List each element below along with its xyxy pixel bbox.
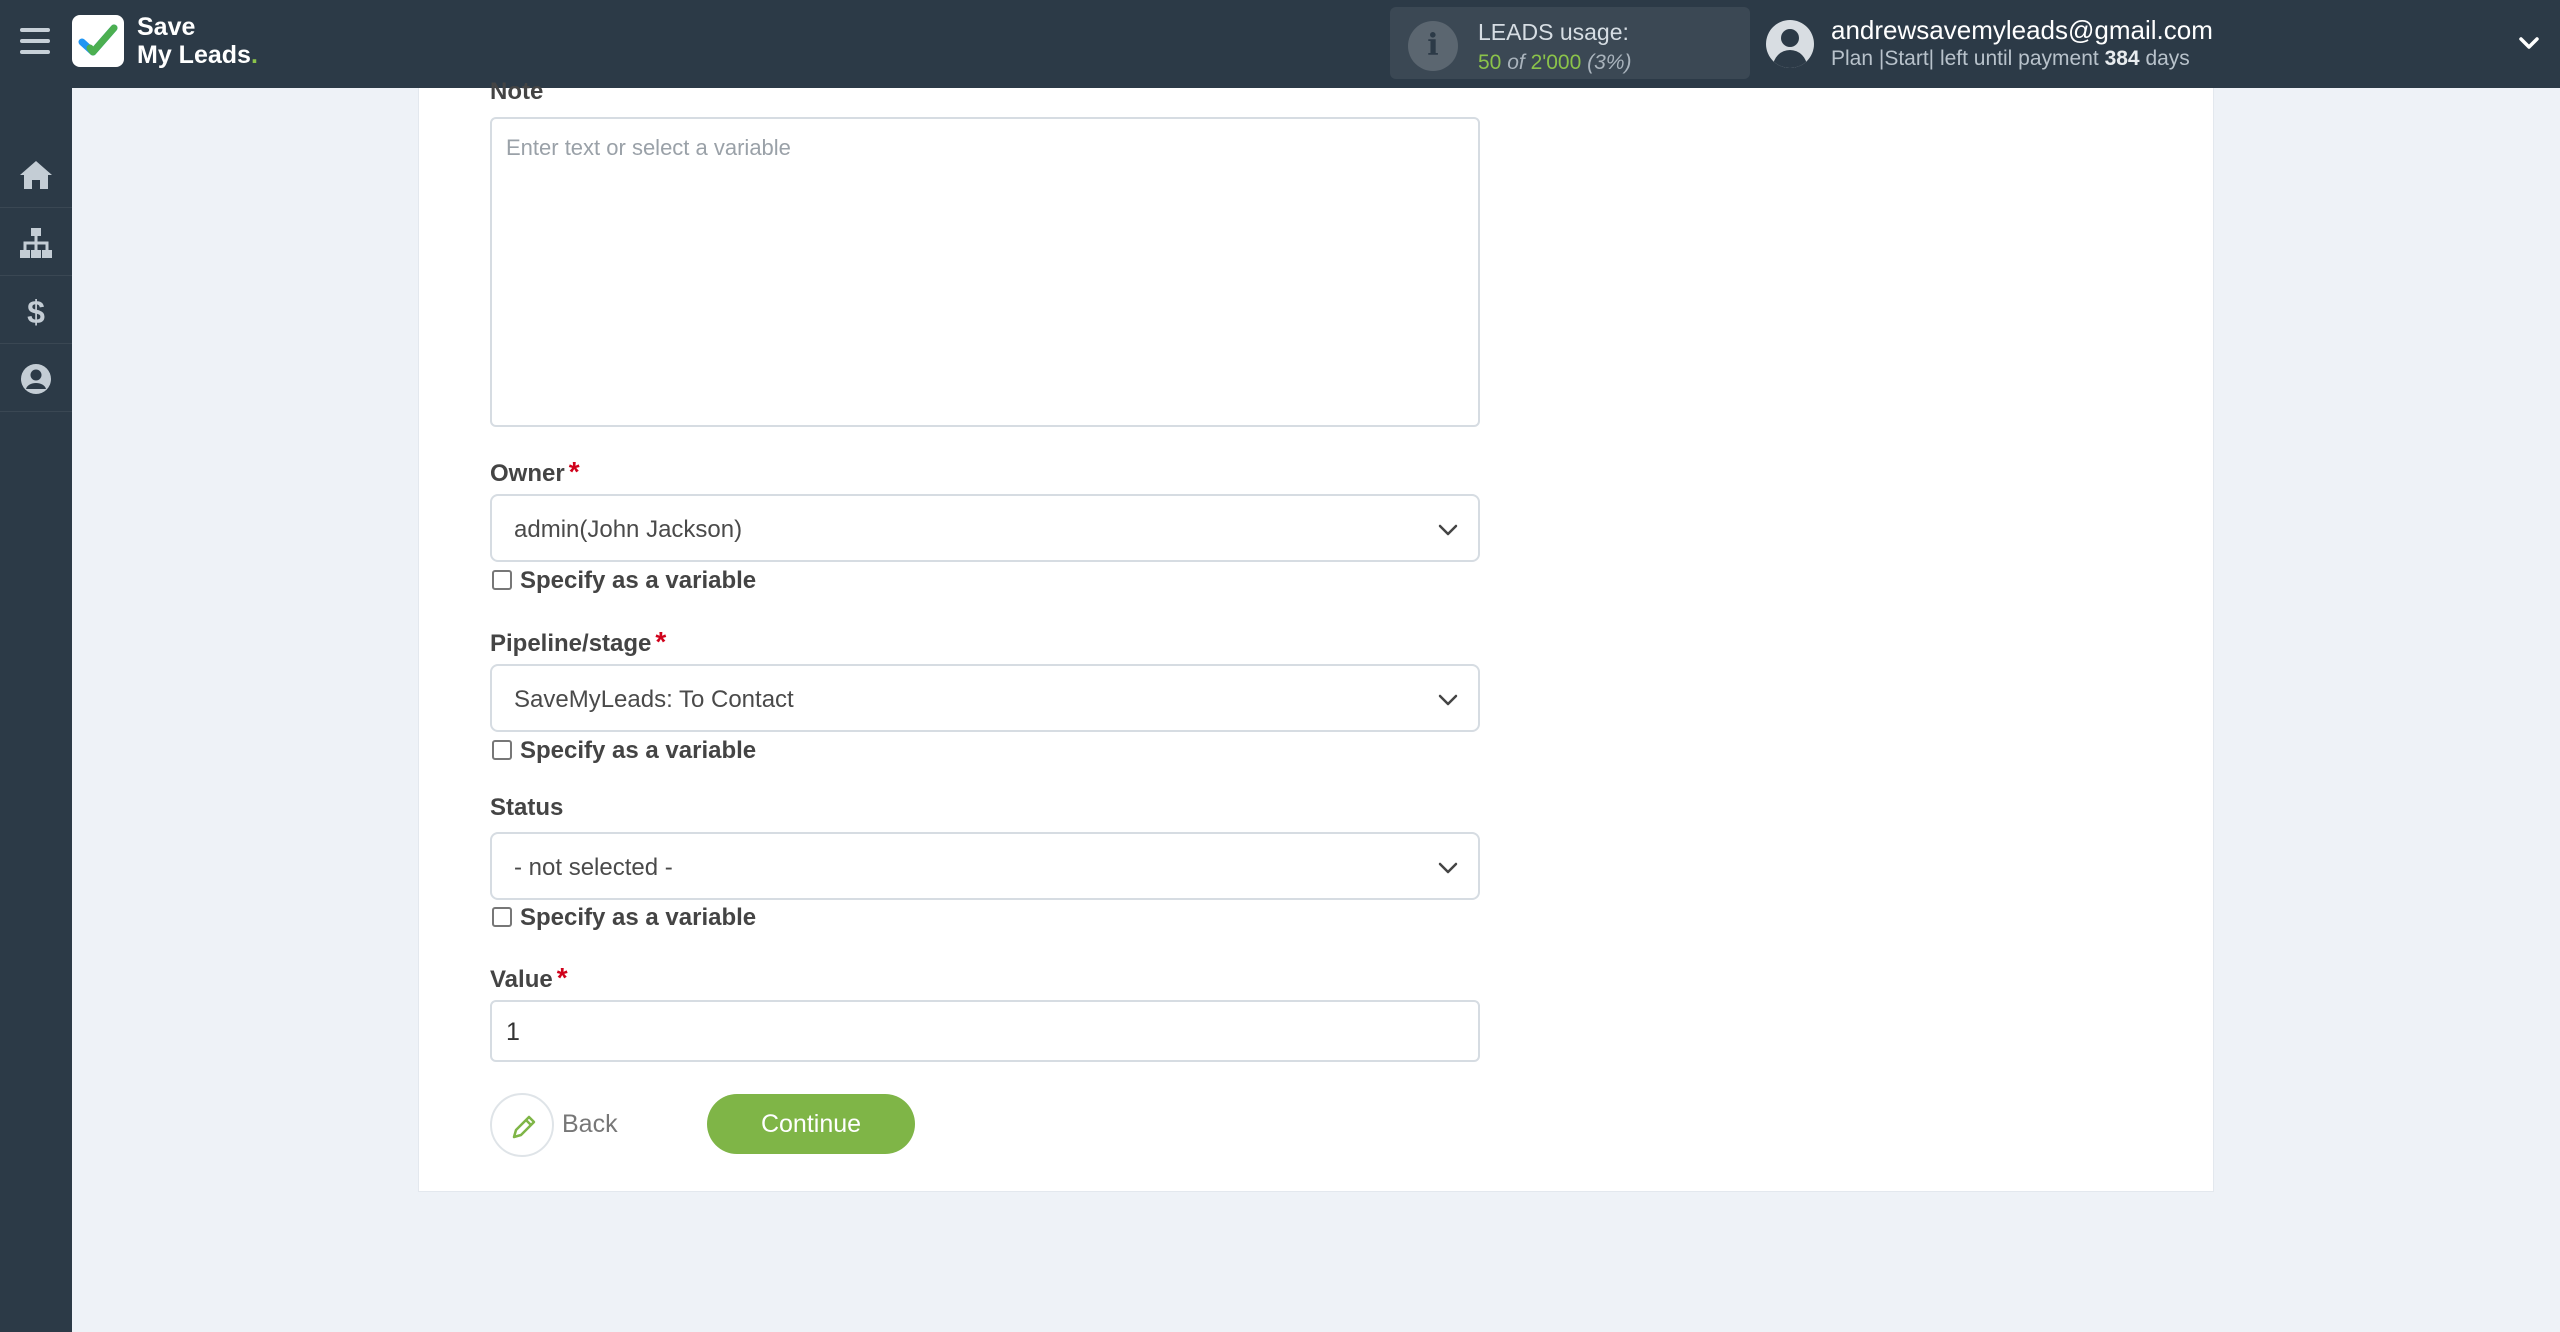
sidebar-item-account[interactable] — [0, 344, 72, 412]
pencil-icon — [512, 1115, 536, 1139]
usage-of: of — [1507, 51, 1525, 74]
info-icon: i — [1408, 21, 1458, 71]
usage-percent: (3%) — [1587, 51, 1632, 74]
value-input[interactable]: 1 — [490, 1000, 1480, 1062]
user-avatar-icon[interactable] — [1766, 20, 1814, 68]
sidebar-item-billing[interactable]: $ — [0, 276, 72, 344]
menu-icon[interactable] — [20, 28, 50, 56]
status-select-value: - not selected - — [514, 854, 673, 881]
note-label: Note — [490, 78, 544, 105]
required-mark: * — [655, 626, 667, 657]
sidebar-item-connections[interactable] — [0, 208, 72, 276]
continue-button[interactable]: Continue — [707, 1094, 915, 1154]
plan-days-number: 384 — [2104, 47, 2140, 70]
required-mark: * — [556, 962, 568, 993]
logo-line1: Save — [137, 13, 196, 41]
value-label-text: Value — [490, 966, 553, 993]
user-circle-icon — [21, 364, 51, 394]
pipeline-variable-checkbox[interactable] — [492, 740, 512, 760]
status-variable-checkbox[interactable] — [492, 907, 512, 927]
leads-usage-panel: i LEADS usage: 50 of 2'000 (3%) — [1390, 7, 1750, 79]
owner-select-value: admin(John Jackson) — [514, 516, 743, 543]
pipeline-variable-checkbox-label[interactable]: Specify as a variable — [520, 737, 756, 765]
pipeline-select[interactable]: SaveMyLeads: To Contact — [490, 664, 1480, 732]
top-bar: Save My Leads. i LEADS usage: 50 of 2'00… — [0, 0, 2560, 88]
dollar-icon: $ — [27, 294, 45, 328]
status-select[interactable]: - not selected - — [490, 832, 1480, 900]
user-email[interactable]: andrewsavemyleads@gmail.com — [1831, 15, 2213, 46]
note-textarea[interactable]: Enter text or select a variable — [490, 117, 1480, 427]
back-button[interactable] — [490, 1093, 554, 1157]
logo-icon[interactable] — [72, 15, 124, 67]
owner-select[interactable]: admin(John Jackson) — [490, 494, 1480, 562]
status-variable-checkbox-label[interactable]: Specify as a variable — [520, 904, 756, 932]
user-plan: Plan |Start| left until payment 384 days — [1831, 47, 2190, 71]
pipeline-label-text: Pipeline/stage — [490, 630, 652, 657]
pipeline-select-value: SaveMyLeads: To Contact — [514, 686, 794, 713]
status-label: Status — [490, 794, 564, 821]
owner-variable-checkbox[interactable] — [492, 570, 512, 590]
required-mark: * — [568, 456, 580, 487]
owner-variable-checkbox-label[interactable]: Specify as a variable — [520, 567, 756, 595]
sidebar: $ — [0, 88, 72, 1332]
logo-text[interactable]: Save My Leads. — [137, 13, 258, 69]
logo-dot: . — [250, 41, 258, 69]
owner-label-text: Owner — [490, 460, 565, 487]
usage-limit: 2'000 — [1530, 51, 1582, 74]
value-label: Value * — [490, 962, 568, 994]
pipeline-label: Pipeline/stage * — [490, 626, 666, 658]
chevron-down-icon — [1438, 524, 1458, 536]
svg-text:$: $ — [27, 294, 45, 328]
back-label[interactable]: Back — [562, 1110, 618, 1139]
usage-value: 50 of 2'000 (3%) — [1478, 51, 1631, 75]
usage-used: 50 — [1478, 51, 1502, 74]
logo-line2: My Leads — [137, 41, 251, 69]
chevron-down-icon — [1438, 862, 1458, 874]
usage-label: LEADS usage: — [1478, 19, 1629, 45]
plan-days-suffix: days — [2145, 47, 2190, 70]
chevron-down-icon — [1438, 694, 1458, 706]
sidebar-item-home[interactable] — [0, 140, 72, 208]
owner-label: Owner * — [490, 456, 580, 488]
home-icon — [20, 161, 52, 189]
plan-prefix: Plan |Start| left until payment — [1831, 47, 2099, 70]
chevron-down-icon[interactable] — [2514, 28, 2544, 58]
sitemap-icon — [20, 228, 52, 258]
value-input-value: 1 — [506, 1018, 520, 1046]
